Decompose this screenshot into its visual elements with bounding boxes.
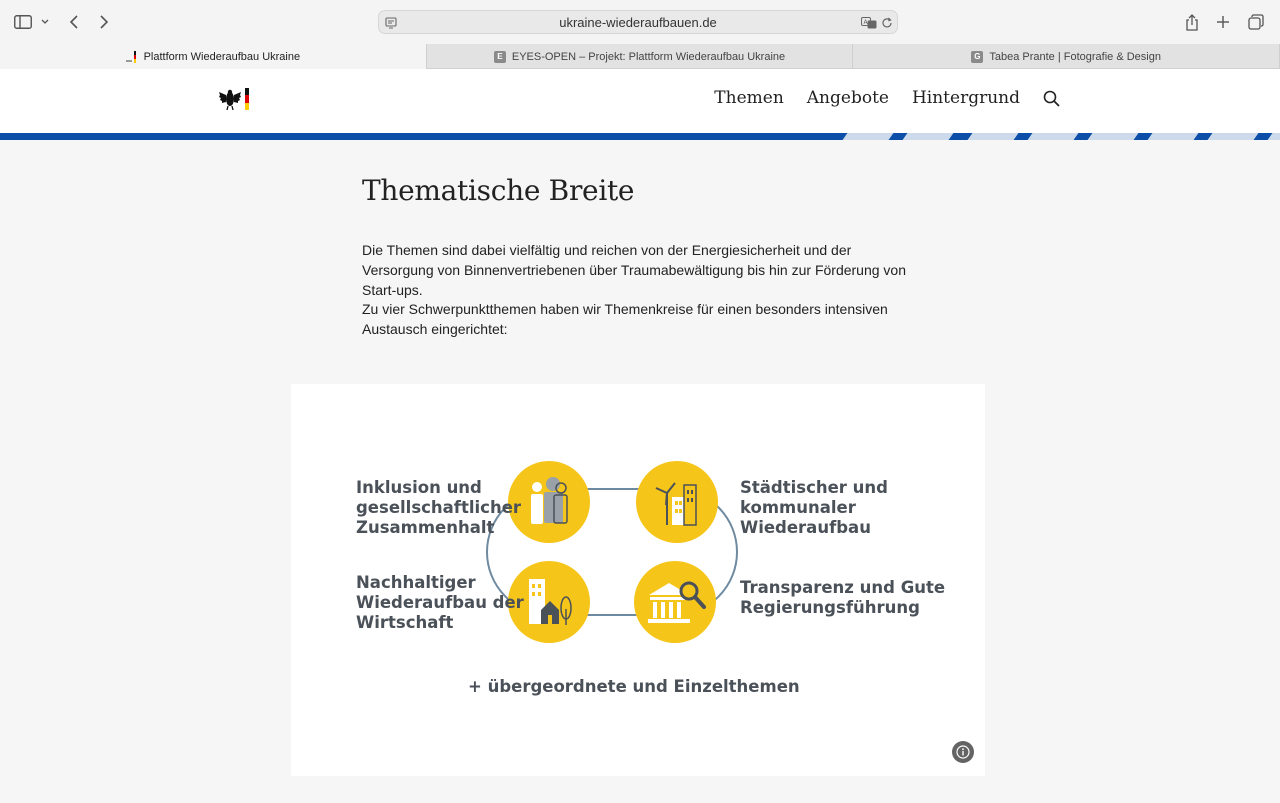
intro-paragraph: Die Themen sind dabei vielfältig und rei… (362, 242, 907, 298)
tab-label: Tabea Prante | Fotografie & Design (989, 50, 1161, 63)
url-text: ukraine-wiederaufbauen.de (559, 15, 717, 30)
topic-nachhaltiger-wiederaufbau: Nachhaltiger Wiederaufbau der Wirtschaft (356, 573, 524, 632)
e-favicon-icon: E (493, 50, 506, 63)
nav-angebote[interactable]: Angebote (807, 88, 889, 108)
translate-icon[interactable]: A (861, 13, 877, 33)
tab-plattform[interactable]: Plattform Wiederaufbau Ukraine (0, 44, 427, 69)
topics-infographic: Inklusion und gesellschaftlicher Zusamme… (291, 384, 985, 776)
info-icon (956, 745, 970, 759)
search-icon[interactable] (1043, 90, 1060, 107)
tab-tabea-prante[interactable]: G Tabea Prante | Fotografie & Design (853, 44, 1280, 69)
g-favicon-icon: G (971, 50, 984, 63)
site-header: Themen Angebote Hintergrund (0, 69, 1280, 133)
new-tab-icon[interactable] (1215, 12, 1231, 32)
nav-themen[interactable]: Themen (714, 88, 783, 108)
topic-transparenz: Transparenz und Gute Regierungsführung (740, 578, 946, 617)
tab-overview-icon[interactable] (1247, 12, 1265, 32)
info-button[interactable] (952, 741, 974, 763)
tab-label: EYES-OPEN – Projekt: Plattform Wiederauf… (511, 50, 786, 63)
address-bar[interactable]: ukraine-wiederaufbauen.de A (378, 10, 898, 34)
eagle-icon (219, 89, 241, 111)
tab-eyes-open[interactable]: E EYES-OPEN – Projekt: Plattform Wiedera… (427, 44, 854, 69)
header-stripe (0, 133, 1280, 140)
german-flag-bar (245, 88, 249, 110)
tab-bar: Plattform Wiederaufbau Ukraine E EYES-OP… (0, 44, 1280, 69)
chevron-down-icon[interactable] (39, 12, 51, 32)
page-title: Thematische Breite (362, 174, 635, 207)
tab-label: Plattform Wiederaufbau Ukraine (143, 50, 301, 63)
focus-paragraph: Zu vier Schwerpunktthemen haben wir Them… (362, 301, 888, 337)
nav-hintergrund[interactable]: Hintergrund (912, 88, 1020, 108)
topics-footer-note: + übergeordnete und Einzelthemen (468, 677, 800, 696)
flag-favicon-icon (125, 50, 138, 63)
forward-icon[interactable] (96, 12, 112, 32)
share-icon[interactable] (1184, 12, 1200, 32)
topic-inklusion: Inklusion und gesellschaftlicher Zusamme… (356, 478, 522, 537)
main-nav: Themen Angebote Hintergrund (714, 88, 1060, 108)
institution-magnifier-icon (634, 561, 716, 643)
topic-staedtischer-wiederaufbau: Städtischer und kommunaler Wiederaufbau (740, 478, 888, 537)
back-icon[interactable] (66, 12, 82, 32)
reload-icon[interactable] (880, 13, 894, 33)
federal-eagle-logo[interactable] (218, 87, 254, 111)
windmill-buildings-icon (636, 461, 718, 543)
sidebar-toggle-icon[interactable] (13, 12, 33, 32)
browser-toolbar: ukraine-wiederaufbauen.de A (0, 0, 1280, 44)
